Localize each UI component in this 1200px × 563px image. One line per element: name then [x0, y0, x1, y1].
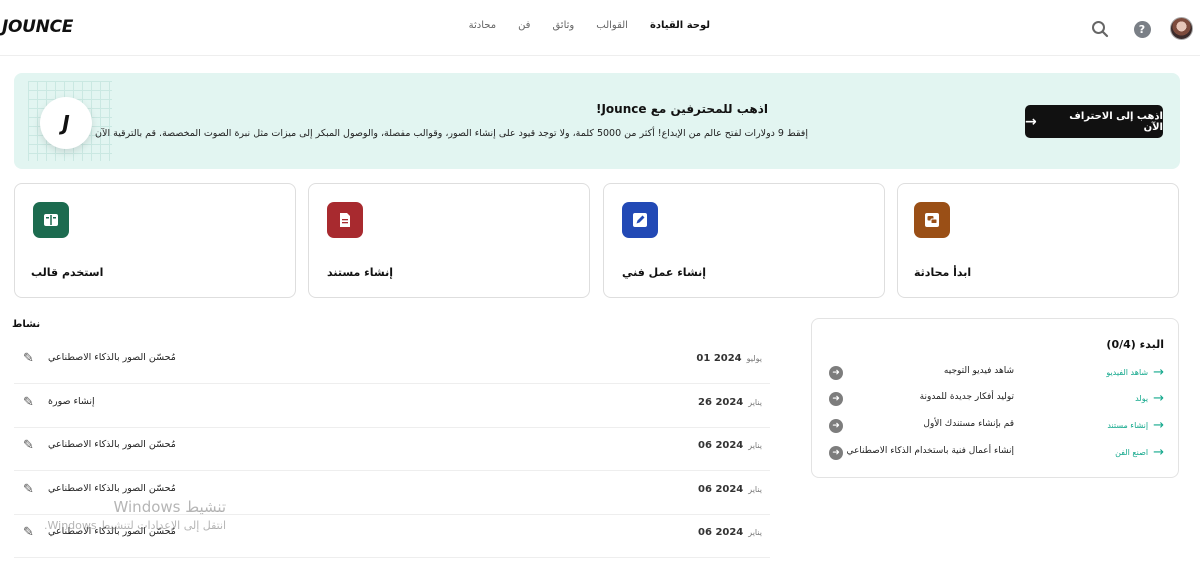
card-use-template[interactable]: استخدم قالب — [14, 183, 296, 298]
activity-month: يناير — [748, 485, 762, 494]
checklist-task: توليد أفكار جديدة للمدونة — [919, 392, 1014, 402]
arrow-right-icon: → — [1153, 445, 1164, 460]
checklist-task: إنشاء أعمال فنية باستخدام الذكاء الاصطنا… — [846, 446, 1014, 456]
avatar[interactable] — [1170, 17, 1193, 40]
arrow-circle-icon[interactable]: ➜ — [829, 446, 843, 460]
activity-date: يوليو 2024 01 — [696, 353, 762, 364]
activity-row[interactable]: ✎ مُحسّن الصور بالذكاء الاصطناعي يناير 20… — [14, 428, 770, 471]
document-icon — [327, 202, 363, 238]
edit-icon[interactable]: ✎ — [23, 351, 34, 366]
edit-icon[interactable]: ✎ — [23, 482, 34, 497]
activity-heading: نشاط — [12, 319, 41, 330]
activity-name: مُحسّن الصور بالذكاء الاصطناعي — [48, 483, 176, 494]
checklist-task: شاهد فيديو التوجيه — [943, 366, 1014, 376]
help-glyph: ? — [1133, 20, 1151, 38]
activity-date-value: 2024 06 — [698, 484, 744, 495]
activity-date-value: 2024 01 — [696, 353, 742, 364]
getting-started-panel: البدء (0/4) ➜ شاهد فيديو التوجيه → شاهد ا… — [811, 318, 1179, 478]
book-icon — [33, 202, 69, 238]
nav-templates[interactable]: القوالب — [596, 20, 628, 38]
link-label: شاهد الفيديو — [1106, 368, 1149, 377]
checklist-item: ➜ قم بإنشاء مستندك الأول → إنشاء مستند — [812, 418, 1180, 436]
watermark-line-2: انتقل إلى الإعدادات لتنشيط Windows. — [44, 519, 227, 532]
arrow-right-icon: → — [1153, 418, 1164, 433]
arrow-circle-icon[interactable]: ➜ — [829, 366, 843, 380]
card-label: إنشاء مستند — [327, 266, 394, 279]
arrow-right-icon: → — [1153, 365, 1164, 380]
arrow-right-icon: → — [1153, 391, 1164, 406]
card-label: استخدم قالب — [31, 266, 104, 279]
go-pro-button[interactable]: اذهب إلى الاحتراف الآن → — [1025, 105, 1163, 138]
arrow-circle-icon[interactable]: ➜ — [829, 419, 843, 433]
card-create-document[interactable]: إنشاء مستند — [308, 183, 590, 298]
checklist-link[interactable]: → إنشاء مستند — [1092, 418, 1164, 433]
activity-date-value: 2024 06 — [698, 527, 744, 538]
pencil-icon — [622, 202, 658, 238]
arrow-circle-icon[interactable]: ➜ — [829, 392, 843, 406]
activity-month: يوليو — [746, 354, 762, 363]
banner-description: إفقط 9 دولارات لفتح عالم من الإبداع! أكث… — [95, 128, 808, 139]
checklist-link[interactable]: → يولد — [1092, 391, 1164, 406]
pro-banner: J اذهب للمحترفين مع Jounce! إفقط 9 دولار… — [14, 73, 1180, 169]
link-label: اصنع الفن — [1115, 448, 1149, 457]
activity-row[interactable]: ✎ مُحسّن الصور بالذكاء الاصطناعي يوليو 20… — [14, 341, 770, 384]
top-bar: JOUNCE لوحة القيادة القوالب وثائق فن محا… — [0, 0, 1200, 56]
card-label: ابدأ محادثة — [914, 266, 972, 279]
nav-art[interactable]: فن — [518, 20, 530, 38]
nav-dashboard[interactable]: لوحة القيادة — [650, 20, 710, 38]
checklist-link[interactable]: → اصنع الفن — [1092, 445, 1164, 460]
checklist-link[interactable]: → شاهد الفيديو — [1092, 365, 1164, 380]
activity-date: يناير 2024 06 — [698, 440, 762, 451]
main-nav: لوحة القيادة القوالب وثائق فن محادثة — [469, 20, 710, 38]
edit-icon[interactable]: ✎ — [23, 525, 34, 540]
activity-name: مُحسّن الصور بالذكاء الاصطناعي — [48, 439, 176, 450]
card-create-artwork[interactable]: إنشاء عمل فني — [603, 183, 885, 298]
activity-row[interactable]: ✎ إنشاء صورة يناير 2024 26 — [14, 385, 770, 428]
activity-date: يناير 2024 26 — [698, 397, 762, 408]
activity-date-value: 2024 06 — [698, 440, 744, 451]
nav-chat[interactable]: محادثة — [469, 20, 496, 38]
checklist-item: ➜ إنشاء أعمال فنية باستخدام الذكاء الاصط… — [812, 445, 1180, 463]
checklist-item: ➜ شاهد فيديو التوجيه → شاهد الفيديو — [812, 365, 1180, 383]
checklist-task: قم بإنشاء مستندك الأول — [923, 419, 1014, 429]
activity-date-value: 2024 26 — [698, 397, 744, 408]
app-logo[interactable]: JOUNCE — [2, 17, 73, 37]
search-icon[interactable] — [1089, 18, 1111, 40]
activity-date: يناير 2024 06 — [698, 527, 762, 538]
help-icon[interactable]: ? — [1131, 18, 1153, 40]
arrow-right-icon: → — [1025, 113, 1037, 130]
chat-icon — [914, 202, 950, 238]
activity-name: مُحسّن الصور بالذكاء الاصطناعي — [48, 352, 176, 363]
activity-month: يناير — [748, 441, 762, 450]
card-start-chat[interactable]: ابدأ محادثة — [897, 183, 1179, 298]
watermark-line-1: تنشيط Windows — [113, 498, 227, 516]
windows-activation-watermark: تنشيط Windows انتقل إلى الإعدادات لتنشيط… — [44, 498, 226, 532]
link-label: إنشاء مستند — [1107, 421, 1149, 430]
link-label: يولد — [1135, 394, 1149, 403]
activity-date: يناير 2024 06 — [698, 484, 762, 495]
go-pro-label: اذهب إلى الاحتراف الآن — [1069, 110, 1163, 133]
checklist-item: ➜ توليد أفكار جديدة للمدونة → يولد — [812, 391, 1180, 409]
activity-month: يناير — [748, 398, 762, 407]
getting-started-title: البدء (0/4) — [1106, 338, 1164, 351]
edit-icon[interactable]: ✎ — [23, 438, 34, 453]
card-label: إنشاء عمل فني — [622, 266, 707, 279]
nav-documents[interactable]: وثائق — [552, 20, 574, 38]
activity-name: إنشاء صورة — [48, 396, 95, 407]
banner-title: اذهب للمحترفين مع Jounce! — [595, 102, 768, 116]
edit-icon[interactable]: ✎ — [23, 395, 34, 410]
activity-month: يناير — [748, 528, 762, 537]
brand-mark: J — [40, 97, 92, 149]
